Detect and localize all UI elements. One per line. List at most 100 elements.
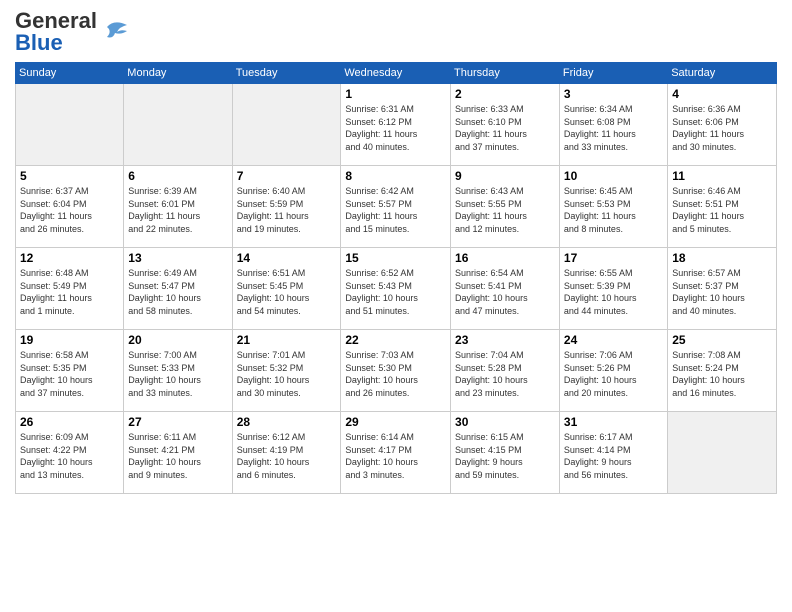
day-number: 27 (128, 415, 227, 429)
calendar-day-cell: 30Sunrise: 6:15 AM Sunset: 4:15 PM Dayli… (451, 412, 560, 494)
calendar-body: 1 Sunrise: 6:31 AM Sunset: 6:12 PM Daylig… (16, 84, 777, 494)
calendar-day-cell: 26Sunrise: 6:09 AM Sunset: 4:22 PM Dayli… (16, 412, 124, 494)
day-number: 28 (237, 415, 337, 429)
day-number: 4 (672, 87, 772, 101)
weekday-header-cell: Wednesday (341, 63, 451, 84)
day-info: Sunrise: 6:45 AM Sunset: 5:53 PM Dayligh… (564, 185, 663, 235)
calendar-day-cell: 12 Sunrise: 6:48 AM Sunset: 5:49 PM Dayli… (16, 248, 124, 330)
calendar-day-cell: 29 Sunrise: 6:14 AM Sunset: 4:17 PM Dayli… (341, 412, 451, 494)
calendar-day-cell: 6 Sunrise: 6:39 AM Sunset: 6:01 PM Daylig… (124, 166, 232, 248)
day-number: 29 (345, 415, 446, 429)
header: General Blue (15, 10, 777, 54)
day-info: Sunrise: 6:31 AM Sunset: 6:12 PM Dayligh… (345, 103, 446, 153)
day-info: Sunrise: 6:54 AM Sunset: 5:41 PM Dayligh… (455, 267, 555, 317)
day-info: Sunrise: 6:52 AM Sunset: 5:43 PM Dayligh… (345, 267, 446, 317)
calendar-day-cell: 2Sunrise: 6:33 AM Sunset: 6:10 PM Daylig… (451, 84, 560, 166)
day-number: 15 (345, 251, 446, 265)
weekday-header-cell: Friday (559, 63, 667, 84)
weekday-header-cell: Monday (124, 63, 232, 84)
day-number: 16 (455, 251, 555, 265)
day-number: 23 (455, 333, 555, 347)
day-info: Sunrise: 7:04 AM Sunset: 5:28 PM Dayligh… (455, 349, 555, 399)
day-number: 10 (564, 169, 663, 183)
day-info: Sunrise: 6:46 AM Sunset: 5:51 PM Dayligh… (672, 185, 772, 235)
day-number: 22 (345, 333, 446, 347)
calendar-day-cell: 24Sunrise: 7:06 AM Sunset: 5:26 PM Dayli… (559, 330, 667, 412)
calendar-day-cell: 8 Sunrise: 6:42 AM Sunset: 5:57 PM Daylig… (341, 166, 451, 248)
day-info: Sunrise: 6:34 AM Sunset: 6:08 PM Dayligh… (564, 103, 663, 153)
day-number: 14 (237, 251, 337, 265)
weekday-header-row: SundayMondayTuesdayWednesdayThursdayFrid… (16, 63, 777, 84)
calendar-day-cell: 10 Sunrise: 6:45 AM Sunset: 5:53 PM Dayli… (559, 166, 667, 248)
day-info: Sunrise: 6:15 AM Sunset: 4:15 PM Dayligh… (455, 431, 555, 481)
calendar-day-cell (124, 84, 232, 166)
day-number: 12 (20, 251, 119, 265)
logo: General Blue (15, 10, 129, 54)
calendar-day-cell: 4 Sunrise: 6:36 AM Sunset: 6:06 PM Daylig… (668, 84, 777, 166)
day-number: 13 (128, 251, 227, 265)
day-info: Sunrise: 6:37 AM Sunset: 6:04 PM Dayligh… (20, 185, 119, 235)
day-number: 6 (128, 169, 227, 183)
day-info: Sunrise: 6:55 AM Sunset: 5:39 PM Dayligh… (564, 267, 663, 317)
calendar-week-row: 19 Sunrise: 6:58 AM Sunset: 5:35 PM Dayli… (16, 330, 777, 412)
day-number: 7 (237, 169, 337, 183)
logo-bird-icon (99, 17, 129, 47)
day-number: 5 (20, 169, 119, 183)
calendar-week-row: 5 Sunrise: 6:37 AM Sunset: 6:04 PM Daylig… (16, 166, 777, 248)
page-container: General Blue SundayMondayTuesdayWednesda… (0, 0, 792, 612)
day-info: Sunrise: 6:40 AM Sunset: 5:59 PM Dayligh… (237, 185, 337, 235)
calendar-day-cell: 7 Sunrise: 6:40 AM Sunset: 5:59 PM Daylig… (232, 166, 341, 248)
calendar-day-cell: 3 Sunrise: 6:34 AM Sunset: 6:08 PM Daylig… (559, 84, 667, 166)
day-number: 20 (128, 333, 227, 347)
day-number: 21 (237, 333, 337, 347)
day-number: 11 (672, 169, 772, 183)
day-info: Sunrise: 6:58 AM Sunset: 5:35 PM Dayligh… (20, 349, 119, 399)
calendar-day-cell: 18 Sunrise: 6:57 AM Sunset: 5:37 PM Dayli… (668, 248, 777, 330)
day-info: Sunrise: 6:39 AM Sunset: 6:01 PM Dayligh… (128, 185, 227, 235)
weekday-header-cell: Tuesday (232, 63, 341, 84)
day-number: 31 (564, 415, 663, 429)
calendar-day-cell: 5 Sunrise: 6:37 AM Sunset: 6:04 PM Daylig… (16, 166, 124, 248)
calendar-day-cell: 20Sunrise: 7:00 AM Sunset: 5:33 PM Dayli… (124, 330, 232, 412)
day-info: Sunrise: 7:08 AM Sunset: 5:24 PM Dayligh… (672, 349, 772, 399)
day-number: 25 (672, 333, 772, 347)
day-info: Sunrise: 6:17 AM Sunset: 4:14 PM Dayligh… (564, 431, 663, 481)
calendar-day-cell: 19 Sunrise: 6:58 AM Sunset: 5:35 PM Dayli… (16, 330, 124, 412)
calendar-week-row: 12 Sunrise: 6:48 AM Sunset: 5:49 PM Dayli… (16, 248, 777, 330)
calendar-day-cell: 17 Sunrise: 6:55 AM Sunset: 5:39 PM Dayli… (559, 248, 667, 330)
day-info: Sunrise: 6:12 AM Sunset: 4:19 PM Dayligh… (237, 431, 337, 481)
calendar-day-cell: 1 Sunrise: 6:31 AM Sunset: 6:12 PM Daylig… (341, 84, 451, 166)
day-info: Sunrise: 6:42 AM Sunset: 5:57 PM Dayligh… (345, 185, 446, 235)
logo-blue: Blue (15, 30, 63, 55)
day-number: 9 (455, 169, 555, 183)
day-info: Sunrise: 6:14 AM Sunset: 4:17 PM Dayligh… (345, 431, 446, 481)
day-info: Sunrise: 7:03 AM Sunset: 5:30 PM Dayligh… (345, 349, 446, 399)
day-info: Sunrise: 6:57 AM Sunset: 5:37 PM Dayligh… (672, 267, 772, 317)
day-number: 19 (20, 333, 119, 347)
calendar-week-row: 26Sunrise: 6:09 AM Sunset: 4:22 PM Dayli… (16, 412, 777, 494)
calendar-day-cell: 9Sunrise: 6:43 AM Sunset: 5:55 PM Daylig… (451, 166, 560, 248)
logo-text: General Blue (15, 10, 97, 54)
calendar-day-cell: 15 Sunrise: 6:52 AM Sunset: 5:43 PM Dayli… (341, 248, 451, 330)
calendar-day-cell (668, 412, 777, 494)
day-number: 1 (345, 87, 446, 101)
weekday-header-cell: Thursday (451, 63, 560, 84)
day-info: Sunrise: 6:48 AM Sunset: 5:49 PM Dayligh… (20, 267, 119, 317)
day-info: Sunrise: 6:09 AM Sunset: 4:22 PM Dayligh… (20, 431, 119, 481)
calendar-day-cell: 14Sunrise: 6:51 AM Sunset: 5:45 PM Dayli… (232, 248, 341, 330)
day-number: 18 (672, 251, 772, 265)
weekday-header-cell: Sunday (16, 63, 124, 84)
calendar-week-row: 1 Sunrise: 6:31 AM Sunset: 6:12 PM Daylig… (16, 84, 777, 166)
day-info: Sunrise: 6:33 AM Sunset: 6:10 PM Dayligh… (455, 103, 555, 153)
day-number: 8 (345, 169, 446, 183)
day-info: Sunrise: 6:36 AM Sunset: 6:06 PM Dayligh… (672, 103, 772, 153)
day-number: 17 (564, 251, 663, 265)
calendar-day-cell: 22 Sunrise: 7:03 AM Sunset: 5:30 PM Dayli… (341, 330, 451, 412)
calendar-day-cell (232, 84, 341, 166)
day-info: Sunrise: 7:06 AM Sunset: 5:26 PM Dayligh… (564, 349, 663, 399)
calendar-day-cell: 16 Sunrise: 6:54 AM Sunset: 5:41 PM Dayli… (451, 248, 560, 330)
day-number: 3 (564, 87, 663, 101)
calendar-table: SundayMondayTuesdayWednesdayThursdayFrid… (15, 62, 777, 494)
day-info: Sunrise: 6:49 AM Sunset: 5:47 PM Dayligh… (128, 267, 227, 317)
calendar-day-cell: 31 Sunrise: 6:17 AM Sunset: 4:14 PM Dayli… (559, 412, 667, 494)
